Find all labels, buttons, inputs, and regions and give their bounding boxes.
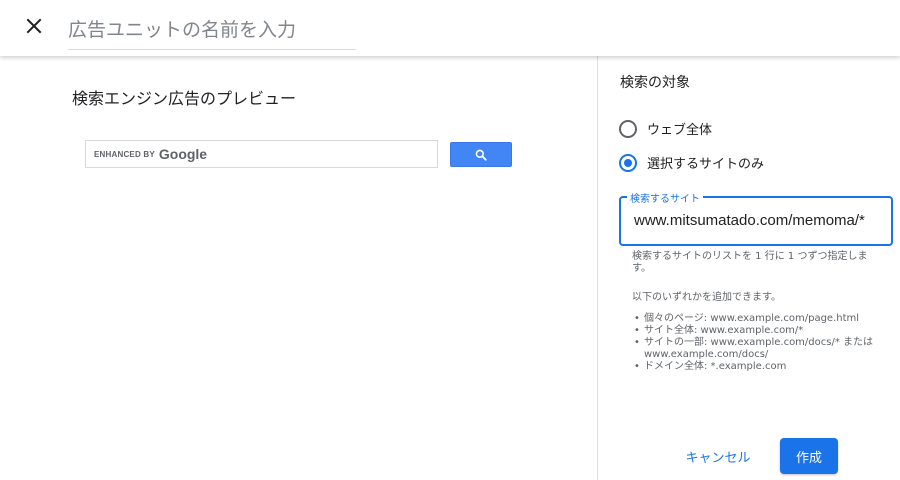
radio-whole-web[interactable]: ウェブ全体 (619, 119, 712, 138)
radio-selected-sites[interactable]: 選択するサイトのみ (619, 153, 764, 172)
radio-label-selected-sites: 選択するサイトのみ (647, 157, 765, 172)
list-item: 個々のページ: www.example.com/page.html (632, 313, 894, 325)
search-icon (475, 149, 487, 161)
close-icon[interactable] (22, 14, 46, 38)
sites-field-value: www.mitsumatado.com/memoma/* (634, 212, 865, 229)
examples-list: 個々のページ: www.example.com/page.html サイト全体:… (632, 313, 894, 373)
search-button[interactable] (450, 142, 512, 167)
search-target-title: 検索の対象 (620, 75, 690, 91)
sites-field-label: 検索するサイト (627, 190, 703, 205)
top-app-bar (0, 0, 900, 56)
google-wordmark: Google (158, 146, 208, 162)
create-button[interactable]: 作成 (780, 438, 838, 474)
enhanced-by-label: ENHANCED BY (94, 149, 155, 159)
search-box-input[interactable]: ENHANCED BY Google (85, 140, 438, 168)
search-target-panel: 検索の対象 ウェブ全体 選択するサイトのみ 検索するサイト www.mitsum… (598, 56, 900, 480)
list-item: サイトの一部: www.example.com/docs/* または www.e… (632, 337, 894, 361)
radio-unchecked[interactable] (619, 119, 637, 138)
radio-checked[interactable] (619, 153, 637, 172)
preview-panel: 検索エンジン広告のプレビュー ENHANCED BY Google (0, 56, 597, 480)
list-item: サイト全体: www.example.com/* (632, 325, 894, 337)
radio-label-whole-web: ウェブ全体 (647, 123, 713, 138)
ad-unit-name-input[interactable] (68, 14, 356, 50)
sites-help-text: 検索するサイトのリストを 1 行に 1 つずつ指定します。 (632, 251, 868, 274)
sites-textarea[interactable]: 検索するサイト www.mitsumatado.com/memoma/* (619, 190, 893, 246)
cancel-button[interactable]: キャンセル (680, 442, 756, 470)
add-options-text: 以下のいずれかを追加できます。 (632, 292, 781, 303)
preview-title: 検索エンジン広告のプレビュー (72, 89, 297, 108)
list-item: ドメイン全体: *.example.com (632, 361, 894, 373)
